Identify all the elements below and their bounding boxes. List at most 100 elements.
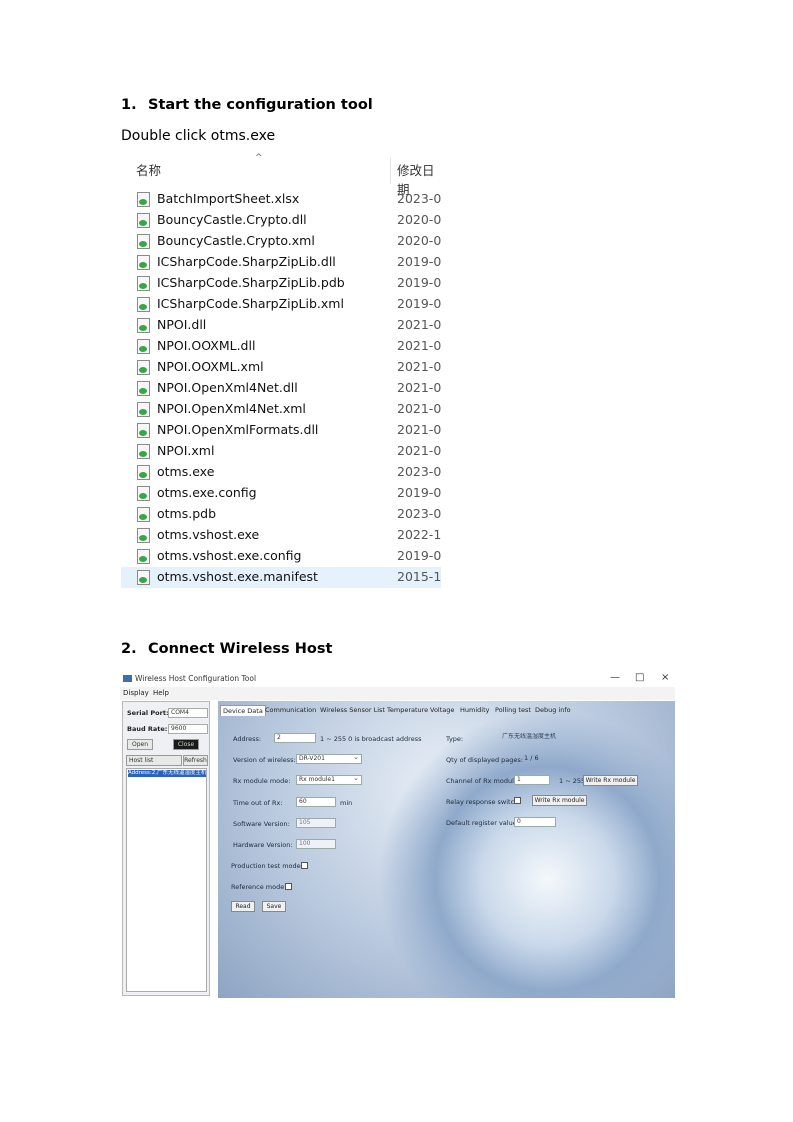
- host-list[interactable]: Address:2,广东无线温湿度主机: [126, 768, 207, 992]
- close-port-button[interactable]: Close: [173, 739, 199, 750]
- production-test-mode-checkbox[interactable]: [301, 862, 308, 869]
- read-button[interactable]: Read: [231, 901, 255, 912]
- rx-mode-select[interactable]: Rx module1: [296, 775, 362, 785]
- column-separator[interactable]: [390, 158, 391, 184]
- file-icon: [137, 423, 150, 438]
- file-date: 2021-0: [397, 401, 441, 416]
- file-row[interactable]: NPOI.OOXML.xml 2021-0: [121, 357, 441, 378]
- tab-device-data[interactable]: Device Data: [220, 705, 266, 716]
- tab-humidity[interactable]: Humidity: [458, 705, 491, 715]
- file-name: NPOI.OOXML.dll: [157, 338, 256, 353]
- reference-mode-checkbox[interactable]: [285, 883, 292, 890]
- file-icon: [137, 528, 150, 543]
- file-row[interactable]: NPOI.xml 2021-0: [121, 441, 441, 462]
- tab-debug-info[interactable]: Debug info: [533, 705, 573, 715]
- maximize-button[interactable]: □: [635, 672, 644, 683]
- connection-panel: Serial Port: COM4 Baud Rate: 9600 Open C…: [122, 701, 210, 996]
- tab-communication[interactable]: Communication: [263, 705, 318, 715]
- file-name: BouncyCastle.Crypto.dll: [157, 212, 307, 227]
- file-row[interactable]: BouncyCastle.Crypto.xml 2020-0: [121, 231, 441, 252]
- baud-rate-select[interactable]: 9600: [168, 724, 208, 734]
- file-date: 2019-0: [397, 275, 441, 290]
- file-row[interactable]: otms.vshost.exe 2022-1: [121, 525, 441, 546]
- open-button[interactable]: Open: [127, 739, 153, 750]
- file-icon: [137, 234, 150, 249]
- file-name: ICSharpCode.SharpZipLib.dll: [157, 254, 336, 269]
- file-icon: [137, 297, 150, 312]
- address-input[interactable]: 2: [274, 733, 316, 743]
- file-name: NPOI.xml: [157, 443, 215, 458]
- file-date: 2021-0: [397, 443, 441, 458]
- file-row[interactable]: otms.exe 2023-0: [121, 462, 441, 483]
- file-row[interactable]: otms.vshost.exe.manifest 2015-1: [121, 567, 441, 588]
- minimize-button[interactable]: —: [610, 672, 620, 683]
- file-row[interactable]: otms.pdb 2023-0: [121, 504, 441, 525]
- app-icon: [123, 675, 132, 682]
- write-rx-module-button-2[interactable]: Write Rx module: [532, 795, 587, 806]
- timeout-input[interactable]: 60: [296, 797, 336, 807]
- address-hint: 1 ~ 255 0 is broadcast address: [320, 735, 422, 743]
- tab-temperature[interactable]: Temperature: [385, 705, 430, 715]
- file-date: 2023-0: [397, 191, 441, 206]
- file-row[interactable]: BatchImportSheet.xlsx 2023-0: [121, 189, 441, 210]
- section-1-heading: 1. Start the configuration tool: [121, 97, 373, 113]
- file-date: 2019-0: [397, 296, 441, 311]
- file-icon: [137, 360, 150, 375]
- file-date: 2023-0: [397, 464, 441, 479]
- file-name: otms.vshost.exe.manifest: [157, 569, 318, 584]
- host-list-item[interactable]: Address:2,广东无线温湿度主机: [128, 770, 206, 777]
- file-name: ICSharpCode.SharpZipLib.xml: [157, 296, 344, 311]
- title-bar: Wireless Host Configuration Tool — □ ×: [120, 670, 675, 687]
- file-date: 2021-0: [397, 422, 441, 437]
- reference-mode-label: Reference mode: [231, 883, 285, 891]
- file-date: 2021-0: [397, 317, 441, 332]
- file-row[interactable]: NPOI.dll 2021-0: [121, 315, 441, 336]
- channel-label: Channel of Rx module:: [446, 777, 521, 785]
- menu-help[interactable]: Help: [153, 689, 169, 697]
- version-select[interactable]: DR-V201: [296, 754, 362, 764]
- version-label: Version of wireless:: [233, 756, 296, 764]
- tab-voltage[interactable]: Voltage: [428, 705, 456, 715]
- file-name: NPOI.OpenXml4Net.xml: [157, 401, 306, 416]
- timeout-unit: min: [340, 799, 353, 807]
- serial-port-select[interactable]: COM4: [168, 708, 208, 718]
- baud-rate-label: Baud Rate:: [127, 725, 168, 733]
- file-date: 2021-0: [397, 338, 441, 353]
- refresh-button[interactable]: Refresh: [183, 755, 208, 766]
- file-name: NPOI.OpenXml4Net.dll: [157, 380, 298, 395]
- write-rx-module-button[interactable]: Write Rx module: [583, 775, 638, 786]
- close-window-button[interactable]: ×: [661, 672, 669, 683]
- file-row[interactable]: ICSharpCode.SharpZipLib.dll 2019-0: [121, 252, 441, 273]
- file-icon: [137, 444, 150, 459]
- file-row[interactable]: NPOI.OpenXml4Net.dll 2021-0: [121, 378, 441, 399]
- file-row[interactable]: BouncyCastle.Crypto.dll 2020-0: [121, 210, 441, 231]
- app-window-screenshot: Wireless Host Configuration Tool — □ × D…: [120, 670, 675, 998]
- device-data-panel: Device Data Communication Wireless Senso…: [218, 701, 675, 998]
- file-row[interactable]: otms.vshost.exe.config 2019-0: [121, 546, 441, 567]
- file-row[interactable]: NPOI.OOXML.dll 2021-0: [121, 336, 441, 357]
- hardware-version-field: 100: [296, 839, 336, 849]
- file-row[interactable]: ICSharpCode.SharpZipLib.xml 2019-0: [121, 294, 441, 315]
- default-register-input[interactable]: 0: [514, 817, 556, 827]
- file-row[interactable]: NPOI.OpenXml4Net.xml 2021-0: [121, 399, 441, 420]
- address-label: Address:: [233, 735, 262, 743]
- tab-wireless-sensor-list[interactable]: Wireless Sensor List: [318, 705, 387, 715]
- rx-mode-label: Rx module mode:: [233, 777, 291, 785]
- file-row[interactable]: ICSharpCode.SharpZipLib.pdb 2019-0: [121, 273, 441, 294]
- file-row[interactable]: NPOI.OpenXmlFormats.dll 2021-0: [121, 420, 441, 441]
- section-1-number: 1.: [121, 97, 137, 113]
- save-button[interactable]: Save: [262, 901, 286, 912]
- file-icon: [137, 402, 150, 417]
- column-header-name[interactable]: 名称: [136, 160, 161, 179]
- tab-bar: Device Data Communication Wireless Senso…: [218, 705, 675, 716]
- tab-polling-test[interactable]: Polling test: [493, 705, 533, 715]
- file-name: NPOI.OOXML.xml: [157, 359, 264, 374]
- default-register-label: Default register value:: [446, 819, 519, 827]
- file-row[interactable]: otms.exe.config 2019-0: [121, 483, 441, 504]
- file-date: 2020-0: [397, 212, 441, 227]
- menu-bar: Display Help: [120, 687, 675, 700]
- relay-switch-checkbox[interactable]: [514, 797, 521, 804]
- channel-input[interactable]: 1: [514, 775, 550, 785]
- menu-display[interactable]: Display: [123, 689, 149, 697]
- file-icon: [137, 381, 150, 396]
